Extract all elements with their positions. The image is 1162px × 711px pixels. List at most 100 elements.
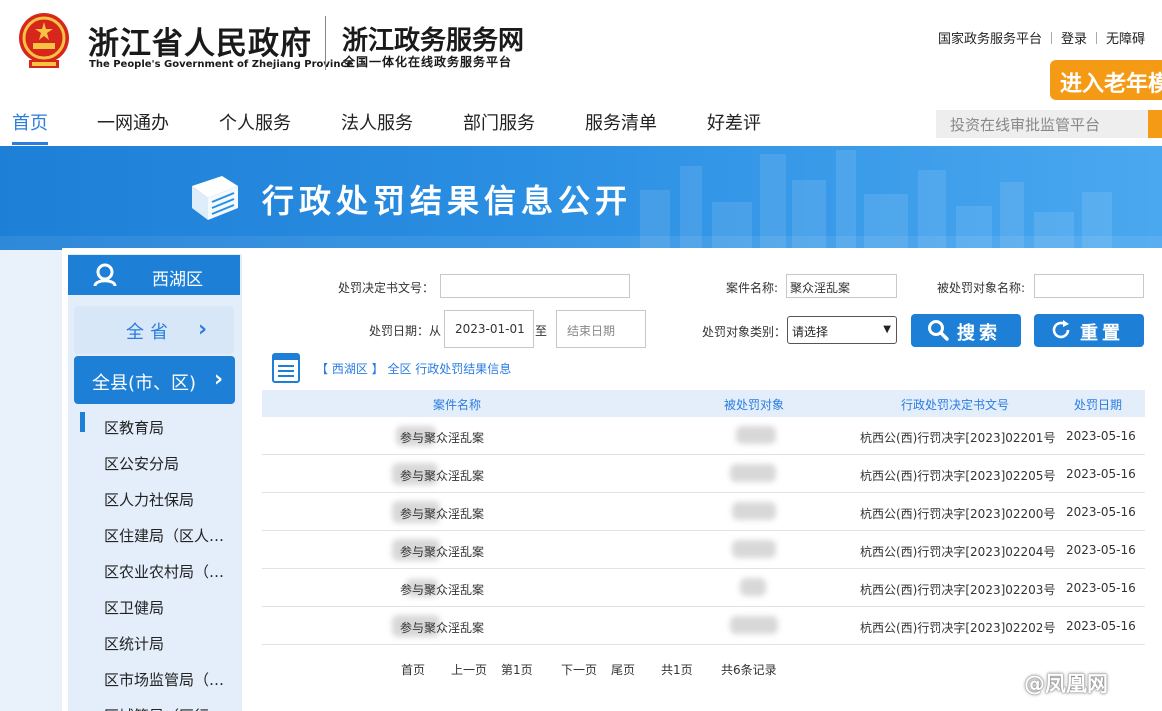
location-pin-icon — [93, 263, 117, 287]
dept-item[interactable]: 区人力社保局 — [80, 481, 235, 517]
row-doc-no: 杭西公(西)行罚决字[2023]02205号 — [860, 469, 1056, 483]
row-date: 2023-05-16 — [1066, 505, 1136, 519]
date-from-input[interactable]: 2023-01-01 — [444, 310, 534, 348]
case-name-input[interactable]: 聚众淫乱案 — [786, 274, 897, 298]
chevron-right-icon: › — [198, 317, 208, 342]
dept-item[interactable]: 区农业农村局（区林水局） — [80, 553, 235, 589]
dept-item[interactable]: 区市场监管局（区知识产权局） — [80, 661, 235, 697]
nav-one-stop[interactable]: 一网通办 — [97, 109, 169, 135]
pager-next[interactable]: 下一页 — [561, 661, 597, 678]
row-date: 2023-05-16 — [1066, 543, 1136, 557]
row-date: 2023-05-16 — [1066, 467, 1136, 481]
doc-no-input[interactable] — [440, 274, 630, 298]
nav-legal-entity[interactable]: 法人服务 — [341, 109, 413, 135]
link-separator — [1096, 32, 1098, 44]
weibo-icon — [989, 673, 1017, 694]
row-date: 2023-05-16 — [1066, 619, 1136, 633]
breadcrumb: 【 西湖区 】 全区 行政处罚结果信息 — [316, 360, 511, 377]
pager-prev[interactable]: 上一页 — [451, 661, 487, 678]
dept-item[interactable]: 区卫健局 — [80, 589, 235, 625]
row-case-name: 参与聚众淫乱案 — [400, 431, 485, 445]
pager-first[interactable]: 首页 — [401, 661, 425, 678]
top-links: 国家政务服务平台 登录 无障碍 — [938, 28, 1145, 47]
col-date: 处罚日期 — [1074, 398, 1123, 412]
col-target: 被处罚对象 — [724, 398, 785, 412]
breadcrumb-region[interactable]: 【 西湖区 】 — [316, 362, 384, 376]
row-doc-no: 杭西公(西)行罚决字[2023]02203号 — [860, 583, 1056, 597]
pager-current: 第1页 — [501, 663, 533, 677]
dept-item[interactable]: 区教育局 — [80, 409, 235, 445]
date-label: 处罚日期：从 — [369, 324, 442, 338]
banner-title: 行政处罚结果信息公开 — [262, 182, 633, 220]
table-row[interactable]: 参与聚众淫乱案 杭西公(西)行罚决字[2023]02205号 2023-05-1… — [262, 455, 1145, 493]
table-row[interactable]: 参与聚众淫乱案 杭西公(西)行罚决字[2023]02201号 2023-05-1… — [262, 417, 1145, 455]
book-icon — [192, 176, 238, 220]
sidebar-all-county[interactable]: 全县(市、区) › — [74, 356, 235, 404]
target-type-value: 请选择 — [792, 325, 829, 339]
document-list-icon — [272, 353, 300, 383]
page-banner: 行政处罚结果信息公开 — [0, 146, 1162, 250]
case-name-label: 案件名称: — [726, 281, 779, 295]
nav-department[interactable]: 部门服务 — [463, 109, 535, 135]
search-button[interactable]: 搜索 — [911, 314, 1021, 347]
table-row[interactable]: 参与聚众淫乱案 杭西公(西)行罚决字[2023]02204号 2023-05-1… — [262, 531, 1145, 569]
target-name-label: 被处罚对象名称: — [937, 281, 1026, 295]
date-to-placeholder: 结束日期 — [567, 324, 616, 338]
target-name-input[interactable] — [1034, 274, 1144, 298]
nav-active-indicator — [12, 142, 48, 145]
nav-home[interactable]: 首页 — [12, 109, 48, 135]
service-subtitle: 全国一体化在线政务服务平台 — [343, 55, 513, 69]
nav-search-button[interactable] — [1148, 110, 1162, 138]
service-title[interactable]: 浙江政务服务网 — [342, 20, 524, 57]
search-button-label: 搜索 — [957, 323, 1001, 344]
breadcrumb-title: 全区 行政处罚结果信息 — [387, 362, 512, 376]
table-row[interactable]: 参与聚众淫乱案 杭西公(西)行罚决字[2023]02200号 2023-05-1… — [262, 493, 1145, 531]
link-login[interactable]: 登录 — [1061, 32, 1087, 47]
nav-service-list[interactable]: 服务清单 — [585, 109, 657, 135]
nav-rating[interactable]: 好差评 — [707, 109, 761, 135]
dept-item[interactable]: 区城管局（区行政执法局） — [80, 697, 235, 711]
link-separator — [1051, 32, 1053, 44]
reset-button[interactable]: 重置 — [1034, 314, 1144, 347]
row-case-name: 参与聚众淫乱案 — [400, 583, 485, 597]
dept-item[interactable]: 区住建局（区人防办） — [80, 517, 235, 553]
row-date: 2023-05-16 — [1066, 429, 1136, 443]
row-case-name: 参与聚众淫乱案 — [400, 621, 485, 635]
row-case-name: 参与聚众淫乱案 — [400, 469, 485, 483]
watermark: @凤凰网 — [988, 668, 1108, 698]
row-case-name: 参与聚众淫乱案 — [400, 507, 485, 521]
department-list: 区教育局 区公安分局 区人力社保局 区住建局（区人防办） 区农业农村局（区林水局… — [80, 409, 235, 711]
site-header: 浙江省人民政府 The People's Government of Zheji… — [0, 0, 1162, 100]
row-doc-no: 杭西公(西)行罚决字[2023]02204号 — [860, 545, 1056, 559]
doc-no-label: 处罚决定书文号： — [338, 281, 435, 295]
dept-item[interactable]: 区统计局 — [80, 625, 235, 661]
pager-total-pages: 共1页 — [661, 663, 693, 677]
pager-last[interactable]: 尾页 — [611, 661, 635, 678]
dept-item[interactable]: 区公安分局 — [80, 445, 235, 481]
date-to-input[interactable]: 结束日期 — [556, 310, 646, 348]
results-table-header: 案件名称 被处罚对象 行政处罚决定书文号 处罚日期 — [262, 390, 1145, 417]
sidebar-region-header[interactable]: 西湖区 — [68, 255, 240, 295]
sidebar-all-province[interactable]: 全省 › — [74, 306, 234, 354]
reset-button-label: 重置 — [1080, 323, 1124, 344]
chevron-right-icon: › — [214, 367, 224, 392]
watermark-text: @凤凰网 — [1024, 672, 1108, 696]
table-row[interactable]: 参与聚众淫乱案 杭西公(西)行罚决字[2023]02203号 2023-05-1… — [262, 569, 1145, 607]
nav-search-input[interactable]: 投资在线审批监管平台 — [936, 110, 1148, 138]
pager-total-records: 共6条记录 — [721, 663, 777, 677]
national-emblem-icon — [19, 13, 69, 68]
col-doc-no: 行政处罚决定书文号 — [901, 398, 1010, 412]
nav-personal[interactable]: 个人服务 — [219, 109, 291, 135]
gov-title[interactable]: 浙江省人民政府 — [88, 18, 312, 63]
link-accessibility[interactable]: 无障碍 — [1106, 32, 1145, 47]
row-doc-no: 杭西公(西)行罚决字[2023]02202号 — [860, 621, 1056, 635]
chevron-down-icon: ▼ — [883, 324, 891, 335]
refresh-icon — [1052, 320, 1070, 339]
target-type-select[interactable]: 请选择 ▼ — [787, 316, 897, 344]
link-national-platform[interactable]: 国家政务服务平台 — [938, 32, 1042, 47]
col-case-name: 案件名称 — [433, 398, 482, 412]
sidebar-region-label: 西湖区 — [152, 270, 203, 290]
date-to-label: 至 — [535, 324, 548, 338]
table-row[interactable]: 参与聚众淫乱案 杭西公(西)行罚决字[2023]02202号 2023-05-1… — [262, 607, 1145, 645]
elder-mode-button[interactable]: 进入老年模式 — [1050, 60, 1162, 100]
